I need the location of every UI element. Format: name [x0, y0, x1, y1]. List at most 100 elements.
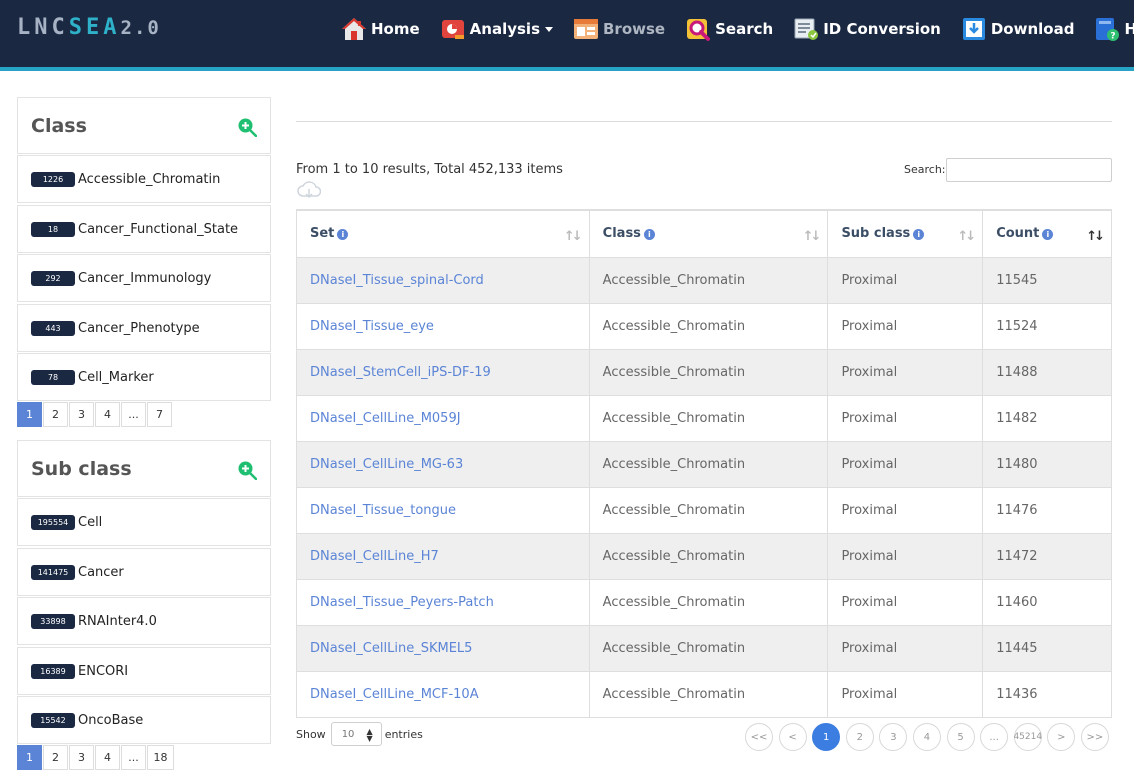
column-header-set[interactable]: Set i ↑↓ — [296, 209, 590, 258]
table-row: DNaseI_CellLine_M059J Accessible_Chromati… — [296, 394, 1112, 442]
subclass-item-oncobase[interactable]: 15542 OncoBase — [17, 696, 271, 744]
info-icon[interactable]: i — [913, 229, 925, 241]
subclass-cell: Proximal — [827, 348, 984, 396]
next-page-button[interactable]: > — [1047, 723, 1076, 751]
page-button-4[interactable]: 4 — [912, 723, 941, 751]
nav-home[interactable]: Home — [341, 16, 420, 42]
subclass-item-rnainter[interactable]: 33898 RNAInter4.0 — [17, 597, 271, 645]
class-item-label: Accessible_Chromatin — [78, 171, 221, 187]
page-button-3[interactable]: 3 — [879, 723, 908, 751]
class-item-cell-marker[interactable]: 78 Cell_Marker — [17, 353, 271, 401]
class-cell: Accessible_Chromatin — [588, 302, 829, 350]
set-link[interactable]: DNaseI_CellLine_MG-63 — [296, 440, 590, 488]
subclass-page-ellipsis: ... — [121, 745, 146, 770]
class-item-cancer-functional-state[interactable]: 18 Cancer_Functional_State — [17, 205, 271, 253]
nav-browse[interactable]: Browse — [573, 16, 665, 42]
set-link[interactable]: DNaseI_Tissue_spinal-Cord — [296, 256, 590, 304]
table-row: DNaseI_StemCell_iPS-DF-19 Accessible_Chro… — [296, 348, 1112, 396]
table-row: DNaseI_Tissue_tongue Accessible_Chromatin… — [296, 486, 1112, 534]
subclass-cell: Proximal — [827, 440, 984, 488]
set-link[interactable]: DNaseI_CellLine_MCF-10A — [296, 670, 590, 718]
subclass-item-label: Cancer — [78, 564, 124, 580]
class-item-label: Cancer_Functional_State — [78, 221, 239, 237]
info-icon[interactable]: i — [1042, 229, 1054, 241]
set-link[interactable]: DNaseI_Tissue_eye — [296, 302, 590, 350]
id-conversion-icon — [793, 16, 819, 42]
class-page-2[interactable]: 2 — [43, 402, 68, 427]
nav-download[interactable]: Download — [961, 16, 1074, 42]
subclass-cell: Proximal — [827, 302, 984, 350]
table-row: DNaseI_Tissue_spinal-Cord Accessible_Chro… — [296, 256, 1112, 304]
last-page-button[interactable]: >> — [1080, 723, 1109, 751]
prev-page-button[interactable]: < — [778, 723, 807, 751]
results-table: Set i ↑↓ Class i ↑↓ Sub class i ↑↓ Count i ↑↓ DN… — [296, 209, 1112, 718]
subclass-page-1[interactable]: 1 — [17, 745, 42, 770]
first-page-button[interactable]: << — [745, 723, 773, 751]
column-header-count[interactable]: Count i ↑↓ — [982, 209, 1112, 258]
subclass-item-cell[interactable]: 195554 Cell — [17, 498, 271, 546]
page-button-1[interactable]: 1 — [812, 723, 841, 751]
table-search-input[interactable] — [946, 158, 1112, 182]
set-link[interactable]: DNaseI_CellLine_M059J — [296, 394, 590, 442]
subclass-item-encori[interactable]: 16389 ENCORI — [17, 647, 271, 695]
class-item-cancer-immunology[interactable]: 292 Cancer_Immunology — [17, 254, 271, 302]
cloud-download-icon[interactable] — [297, 181, 321, 199]
select-arrows-icon: ▲ ▼ — [366, 727, 373, 743]
table-row: DNaseI_CellLine_MCF-10A Accessible_Chroma… — [296, 670, 1112, 718]
table-row: DNaseI_Tissue_eye Accessible_Chromatin Pro… — [296, 302, 1112, 350]
set-link[interactable]: DNaseI_CellLine_H7 — [296, 532, 590, 580]
info-icon[interactable]: i — [337, 229, 349, 241]
count-cell: 11545 — [982, 256, 1112, 304]
count-cell: 11524 — [982, 302, 1112, 350]
column-header-subclass[interactable]: Sub class i ↑↓ — [827, 209, 984, 258]
set-link[interactable]: DNaseI_Tissue_tongue — [296, 486, 590, 534]
sort-icon[interactable]: ↑↓ — [957, 229, 976, 244]
count-badge: 18 — [31, 221, 75, 237]
class-item-label: Cancer_Phenotype — [78, 320, 200, 336]
nav-id-conversion[interactable]: ID Conversion — [793, 16, 941, 42]
site-logo[interactable]: LNCSEA2.0 — [17, 15, 161, 40]
nav-help[interactable]: ? Help — [1094, 16, 1134, 42]
table-row: DNaseI_CellLine_SKMEL5 Accessible_Chromat… — [296, 624, 1112, 672]
subclass-item-cancer[interactable]: 141475 Cancer — [17, 548, 271, 596]
class-panel-header: Class — [17, 97, 271, 154]
entries-select[interactable]: 10 ▲ ▼ — [330, 722, 382, 746]
count-cell: 11480 — [982, 440, 1112, 488]
subclass-cell: Proximal — [827, 486, 984, 534]
set-link[interactable]: DNaseI_Tissue_Peyers-Patch — [296, 578, 590, 626]
info-icon[interactable]: i — [643, 229, 655, 241]
class-page-3[interactable]: 3 — [69, 402, 94, 427]
subclass-item-label: OncoBase — [78, 712, 144, 728]
class-page-1[interactable]: 1 — [17, 402, 42, 427]
sort-icon[interactable]: ↑↓ — [803, 229, 822, 244]
sort-desc-icon[interactable]: ↑↓ — [1086, 229, 1105, 244]
last-page-number-button[interactable]: 45214 — [1013, 723, 1042, 751]
class-pagination: 1 2 3 4 ... 7 — [17, 402, 173, 427]
set-link[interactable]: DNaseI_CellLine_SKMEL5 — [296, 624, 590, 672]
zoom-in-icon[interactable] — [237, 460, 257, 480]
column-header-class[interactable]: Class i ↑↓ — [588, 209, 829, 258]
subclass-item-label: Cell — [78, 514, 103, 530]
class-item-cancer-phenotype[interactable]: 443 Cancer_Phenotype — [17, 304, 271, 352]
sort-icon[interactable]: ↑↓ — [564, 229, 583, 244]
page-button-2[interactable]: 2 — [845, 723, 874, 751]
download-icon — [961, 16, 987, 42]
subclass-page-4[interactable]: 4 — [95, 745, 120, 770]
subclass-pagination: 1 2 3 4 ... 18 — [17, 745, 175, 770]
analysis-icon — [440, 16, 466, 42]
subclass-page-last[interactable]: 18 — [147, 745, 174, 770]
svg-text:?: ? — [1111, 32, 1116, 42]
page-button-5[interactable]: 5 — [946, 723, 975, 751]
subclass-item-label: ENCORI — [78, 663, 129, 679]
nav-search[interactable]: Search — [685, 16, 773, 42]
zoom-in-icon[interactable] — [237, 117, 257, 137]
nav-analysis[interactable]: Analysis — [440, 16, 553, 42]
subclass-page-2[interactable]: 2 — [43, 745, 68, 770]
subclass-cell: Proximal — [827, 394, 984, 442]
subclass-page-3[interactable]: 3 — [69, 745, 94, 770]
set-link[interactable]: DNaseI_StemCell_iPS-DF-19 — [296, 348, 590, 396]
class-page-4[interactable]: 4 — [95, 402, 120, 427]
class-item-accessible-chromatin[interactable]: 1226 Accessible_Chromatin — [17, 155, 271, 203]
count-badge: 292 — [31, 270, 75, 286]
class-page-last[interactable]: 7 — [147, 402, 172, 427]
